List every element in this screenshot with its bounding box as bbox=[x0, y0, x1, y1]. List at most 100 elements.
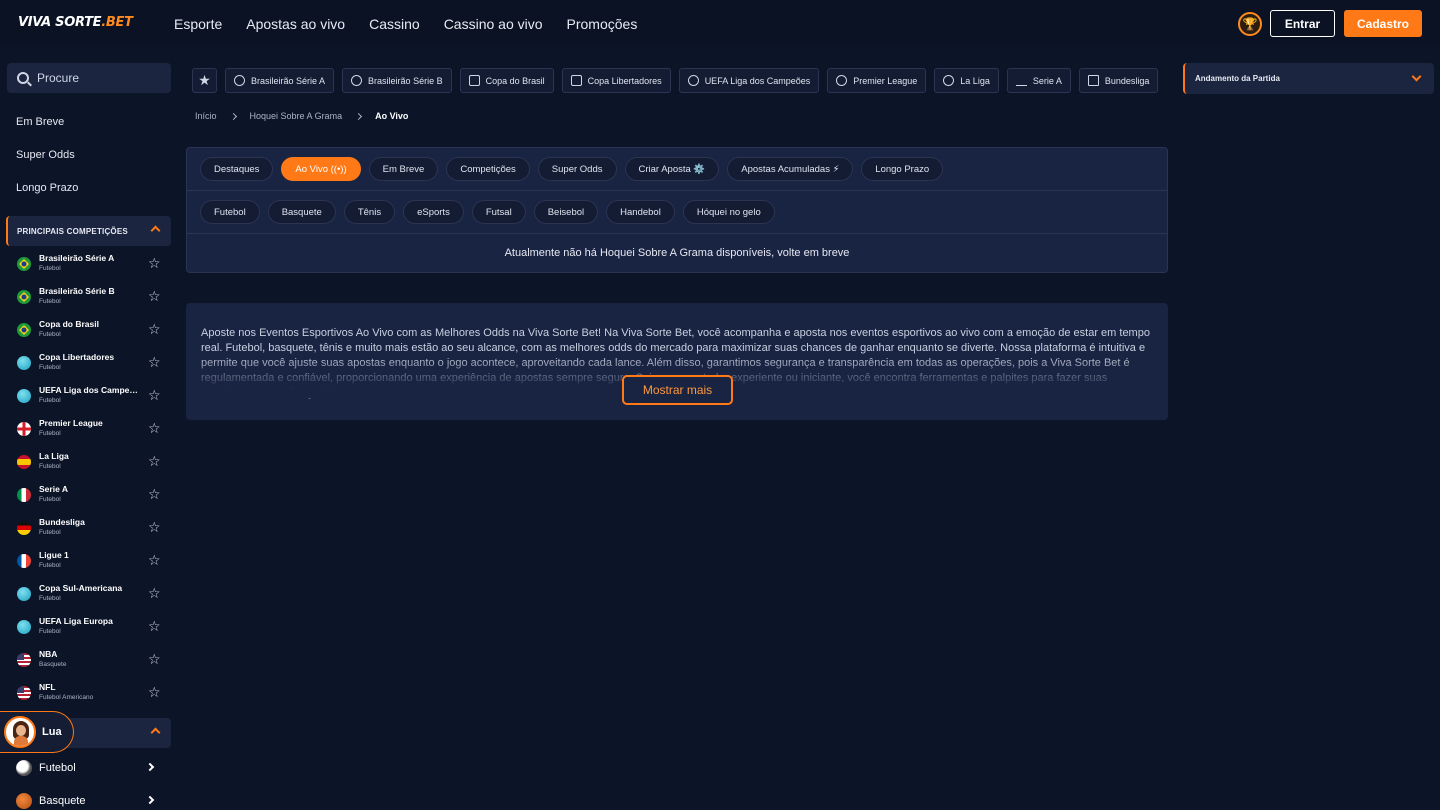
star-icon[interactable]: ☆ bbox=[148, 387, 161, 404]
competition-sport: Futebol bbox=[39, 562, 61, 569]
competitions-header[interactable]: PRINCIPAIS COMPETIÇÕES bbox=[6, 216, 171, 246]
germany-flag-icon bbox=[17, 521, 31, 535]
filter-beisebol[interactable]: Beisebol bbox=[533, 200, 599, 224]
chip-premier-league[interactable]: Premier League bbox=[827, 68, 927, 93]
england-flag-icon bbox=[17, 422, 31, 436]
chip-brasileirao-b[interactable]: Brasileirão Série B bbox=[342, 68, 452, 93]
star-icon[interactable]: ☆ bbox=[148, 453, 161, 470]
star-icon[interactable]: ☆ bbox=[148, 486, 161, 503]
tab-ao-vivo[interactable]: Ao Vivo ((•)) bbox=[281, 157, 361, 181]
star-icon[interactable]: ☆ bbox=[148, 321, 161, 338]
tab-longo-prazo[interactable]: Longo Prazo bbox=[861, 157, 944, 181]
list-item[interactable]: Brasileirão Série B Futebol ☆ bbox=[0, 282, 180, 315]
filter-futebol[interactable]: Futebol bbox=[200, 200, 260, 224]
competition-sport: Futebol bbox=[39, 430, 61, 437]
search-input[interactable] bbox=[37, 71, 157, 85]
competition-name: Bundesliga bbox=[39, 517, 85, 527]
filter-handebol[interactable]: Handebol bbox=[606, 200, 675, 224]
breadcrumb-home[interactable]: Início bbox=[195, 111, 217, 121]
competition-sport: Basquete bbox=[39, 661, 67, 668]
nav-esporte[interactable]: Esporte bbox=[174, 16, 222, 32]
list-item[interactable]: Copa Sul-Americana Futebol ☆ bbox=[0, 579, 180, 612]
list-item[interactable]: UEFA Liga dos Campeões Futebol ☆ bbox=[0, 381, 180, 414]
list-item[interactable]: Premier League Futebol ☆ bbox=[0, 414, 180, 447]
nav-apostas-ao-vivo[interactable]: Apostas ao vivo bbox=[246, 16, 345, 32]
star-icon[interactable]: ☆ bbox=[148, 354, 161, 371]
competition-name: Serie A bbox=[39, 484, 68, 494]
show-more-button[interactable]: Mostrar mais bbox=[622, 375, 733, 405]
chip-bundesliga[interactable]: Bundesliga bbox=[1078, 68, 1159, 93]
register-button[interactable]: Cadastro bbox=[1344, 10, 1422, 37]
sidebar-item-basquete[interactable]: Basquete bbox=[0, 791, 180, 810]
nav-cassino-ao-vivo[interactable]: Cassino ao vivo bbox=[444, 16, 543, 32]
top-nav: Esporte Apostas ao vivo Cassino Cassino … bbox=[174, 16, 637, 32]
globe-icon bbox=[17, 389, 31, 403]
brand-logo[interactable]: VIVA SORTE.BET bbox=[18, 15, 133, 30]
filter-futsal[interactable]: Futsal bbox=[471, 200, 526, 224]
star-icon[interactable]: ☆ bbox=[148, 585, 161, 602]
chip-copa-libertadores[interactable]: Copa Libertadores bbox=[561, 68, 671, 93]
list-item[interactable]: Brasileirão Série A Futebol ☆ bbox=[0, 249, 180, 282]
competition-sport: Futebol bbox=[39, 595, 61, 602]
tab-apostas-acumuladas[interactable]: Apostas Acumuladas ⚡ bbox=[727, 157, 854, 181]
chip-copa-do-brasil[interactable]: Copa do Brasil bbox=[459, 68, 554, 93]
sidebar-item-futebol[interactable]: Futebol bbox=[0, 758, 180, 791]
search-box[interactable] bbox=[7, 63, 171, 93]
nav-cassino[interactable]: Cassino bbox=[369, 16, 420, 32]
trophy-icon[interactable]: 🏆 bbox=[1238, 12, 1262, 36]
competition-name: Brasileirão Série A bbox=[39, 253, 115, 263]
brazil-flag-icon bbox=[17, 323, 31, 337]
divider bbox=[187, 190, 1167, 191]
list-item[interactable]: La Liga Futebol ☆ bbox=[0, 447, 180, 480]
list-item[interactable]: Serie A Futebol ☆ bbox=[0, 480, 180, 513]
seo-description-card: Aposte nos Eventos Esportivos Ao Vivo co… bbox=[186, 303, 1168, 420]
chip-brasileirao-a[interactable]: Brasileirão Série A bbox=[225, 68, 335, 93]
tab-destaques[interactable]: Destaques bbox=[200, 157, 274, 181]
filter-tenis[interactable]: Tênis bbox=[343, 200, 396, 224]
tab-super-odds[interactable]: Super Odds bbox=[537, 157, 617, 181]
sidebar-item-em-breve[interactable]: Em Breve bbox=[16, 116, 64, 128]
chevron-right-icon bbox=[145, 762, 155, 772]
breadcrumb-section[interactable]: Hoquei Sobre A Grama bbox=[250, 111, 343, 121]
list-item[interactable]: Copa do Brasil Futebol ☆ bbox=[0, 315, 180, 348]
sport-filters: Futebol Basquete Tênis eSports Futsal Be… bbox=[200, 200, 775, 224]
star-icon[interactable]: ☆ bbox=[148, 552, 161, 569]
filter-esports[interactable]: eSports bbox=[403, 200, 464, 224]
tab-competicoes[interactable]: Competições bbox=[446, 157, 530, 181]
list-item[interactable]: Ligue 1 Futebol ☆ bbox=[0, 546, 180, 579]
tab-criar-aposta[interactable]: Criar Aposta ⚙️ bbox=[624, 157, 720, 181]
star-icon[interactable]: ☆ bbox=[148, 288, 161, 305]
sport-label: Futebol bbox=[39, 762, 76, 774]
filter-basquete[interactable]: Basquete bbox=[267, 200, 336, 224]
list-item[interactable]: Copa Libertadores Futebol ☆ bbox=[0, 348, 180, 381]
breadcrumb: Início Hoquei Sobre A Grama Ao Vivo bbox=[195, 111, 408, 121]
match-progress-panel[interactable]: Andamento da Partida bbox=[1183, 63, 1434, 94]
chip-la-liga[interactable]: La Liga bbox=[934, 68, 999, 93]
star-icon[interactable]: ☆ bbox=[148, 684, 161, 701]
chevron-right-icon bbox=[229, 112, 237, 120]
chip-serie-a[interactable]: Serie A bbox=[1006, 68, 1071, 93]
france-flag-icon bbox=[17, 554, 31, 568]
filter-hoquei-no-gelo[interactable]: Hóquei no gelo bbox=[682, 200, 775, 224]
star-icon[interactable]: ☆ bbox=[148, 519, 161, 536]
competition-sport: Futebol bbox=[39, 463, 61, 470]
favorites-chip[interactable]: ★ bbox=[192, 68, 217, 93]
assistant-lua-button[interactable]: Lua bbox=[0, 711, 74, 753]
list-item[interactable]: NBA Basquete ☆ bbox=[0, 645, 180, 678]
list-item[interactable]: Bundesliga Futebol ☆ bbox=[0, 513, 180, 546]
login-button[interactable]: Entrar bbox=[1270, 10, 1335, 37]
star-icon[interactable]: ☆ bbox=[148, 255, 161, 272]
chevron-down-icon bbox=[1411, 71, 1422, 82]
star-icon[interactable]: ☆ bbox=[148, 420, 161, 437]
list-item[interactable]: UEFA Liga Europa Futebol ☆ bbox=[0, 612, 180, 645]
tab-em-breve[interactable]: Em Breve bbox=[368, 157, 439, 181]
sidebar-item-super-odds[interactable]: Super Odds bbox=[16, 149, 75, 161]
nav-promocoes[interactable]: Promoções bbox=[567, 16, 638, 32]
chip-uefa-champions[interactable]: UEFA Liga dos Campeões bbox=[678, 68, 820, 93]
competitions-header-label: PRINCIPAIS COMPETIÇÕES bbox=[17, 226, 128, 236]
star-icon[interactable]: ☆ bbox=[148, 651, 161, 668]
list-item[interactable]: NFL Futebol Americano ☆ bbox=[0, 678, 180, 711]
sidebar-item-longo-prazo[interactable]: Longo Prazo bbox=[16, 182, 78, 194]
sport-label: Basquete bbox=[39, 795, 86, 807]
star-icon[interactable]: ☆ bbox=[148, 618, 161, 635]
